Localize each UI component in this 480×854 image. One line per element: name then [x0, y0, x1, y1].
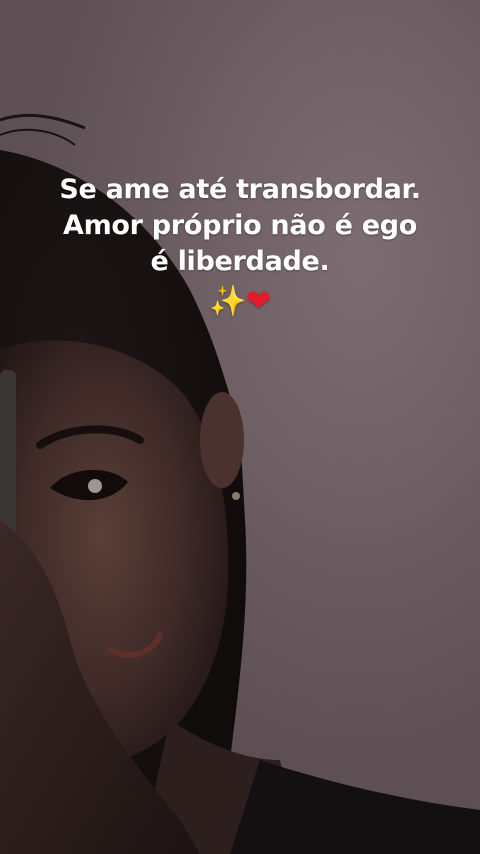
heart-icon: ❤	[246, 284, 271, 319]
ear-shape	[200, 392, 244, 488]
caption-line-1: Se ame até transbordar.	[59, 174, 421, 205]
hair-strand	[0, 128, 76, 146]
selfie-photo	[0, 113, 480, 854]
emoji-line: ✨❤	[20, 282, 460, 322]
eye-highlight	[88, 479, 102, 493]
shirt-shape	[230, 760, 480, 854]
caption-line-2: Amor próprio não é ego	[62, 210, 418, 241]
earring-shape	[232, 492, 240, 500]
photo-scene: Se ame até transbordar. Amor próprio não…	[0, 0, 480, 854]
caption-text-block: Se ame até transbordar. Amor próprio não…	[20, 172, 460, 322]
hair-strand	[0, 113, 86, 130]
caption-line-3: é liberdade.	[150, 246, 330, 277]
sparkles-icon: ✨	[209, 284, 247, 319]
